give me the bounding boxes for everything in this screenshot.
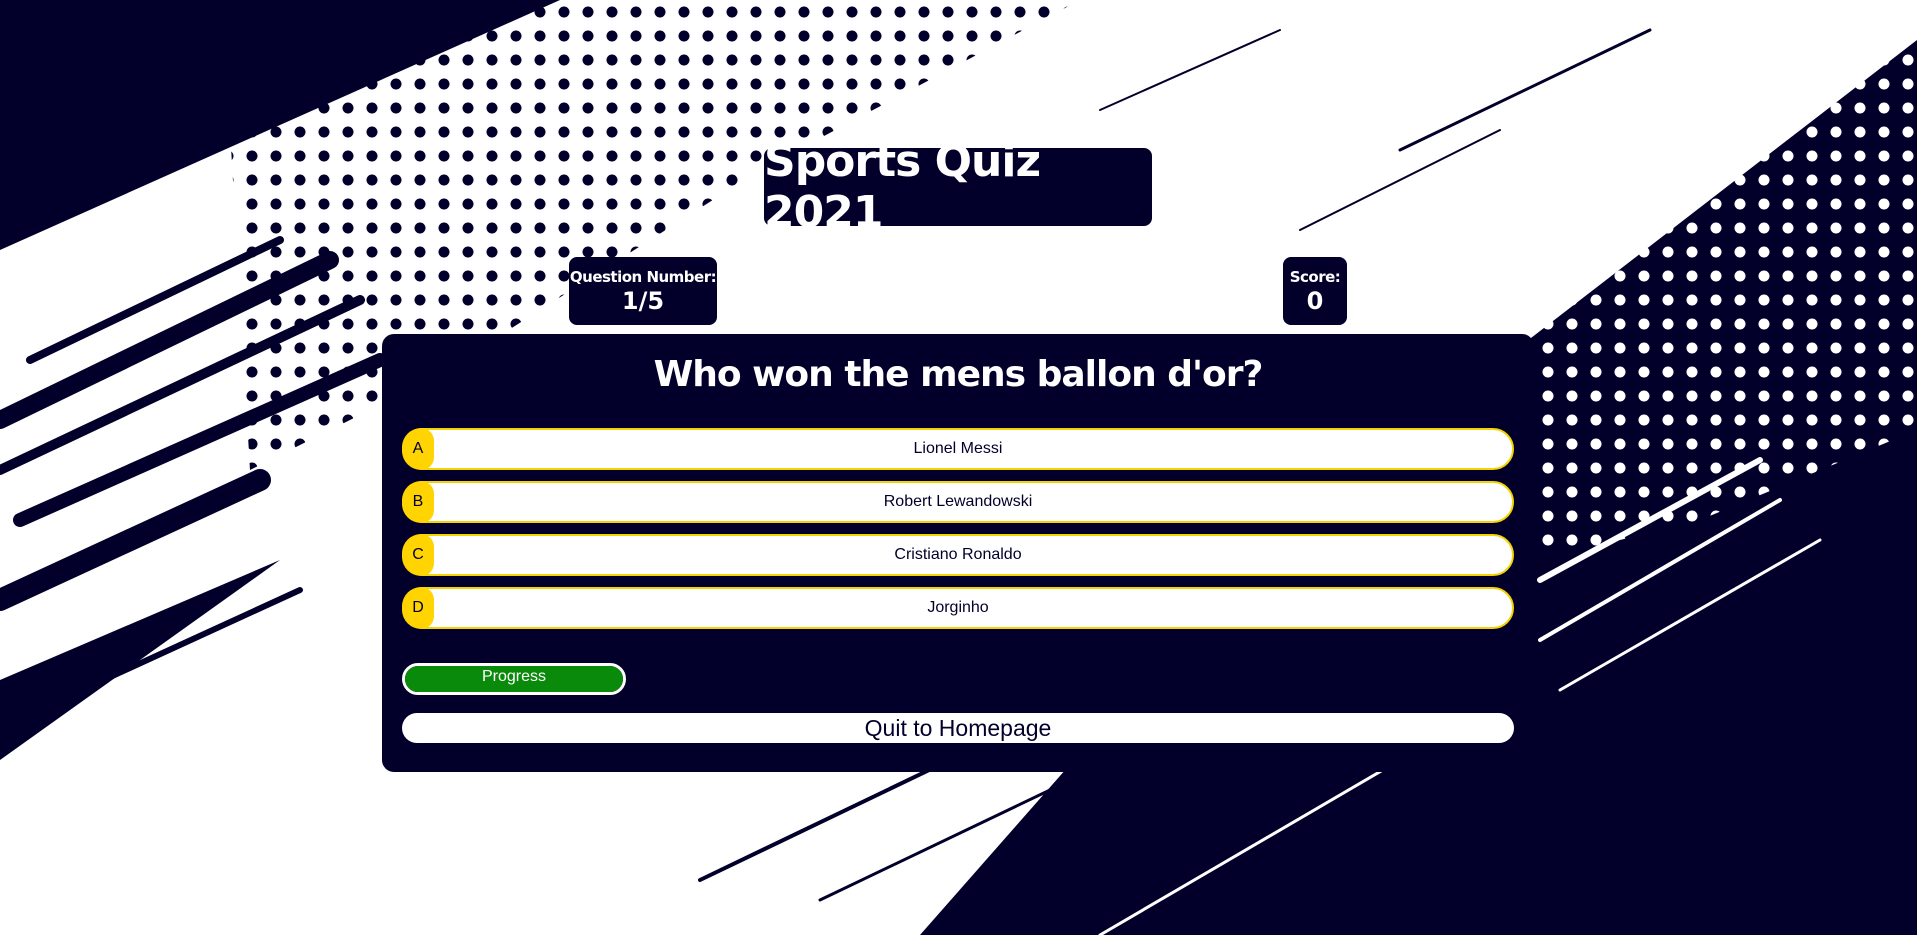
progress-bar: Progress (402, 663, 626, 695)
question-number-box: Question Number: 1/5 (569, 257, 717, 325)
progress-label: Progress (481, 668, 547, 685)
answer-option-b[interactable]: B Robert Lewandowski (402, 481, 1514, 523)
answer-text-b: Robert Lewandowski (883, 493, 1033, 510)
answer-option-c[interactable]: C Cristiano Ronaldo (402, 534, 1514, 576)
score-value: 0 (1306, 287, 1324, 315)
answer-text-d: Jorginho (927, 599, 989, 616)
answer-text-c: Cristiano Ronaldo (894, 546, 1022, 563)
quit-to-homepage-button[interactable]: Quit to Homepage (402, 713, 1514, 743)
score-label: Score: (1289, 268, 1341, 286)
quiz-title-box: Sports Quiz 2021 (764, 136, 1152, 238)
page-title: Sports Quiz 2021 (764, 136, 1041, 238)
question-text: Who won the mens ballon d'or? (653, 354, 1264, 395)
score-box: Score: 0 (1283, 257, 1347, 325)
answer-option-a[interactable]: A Lionel Messi (402, 428, 1514, 470)
question-number-value: 1/5 (621, 287, 665, 315)
quiz-panel: Who won the mens ballon d'or? A Lionel M… (382, 334, 1534, 772)
question-number-label: Question Number: (569, 268, 717, 286)
answer-option-d[interactable]: D Jorginho (402, 587, 1514, 629)
answer-text-a: Lionel Messi (913, 440, 1003, 457)
